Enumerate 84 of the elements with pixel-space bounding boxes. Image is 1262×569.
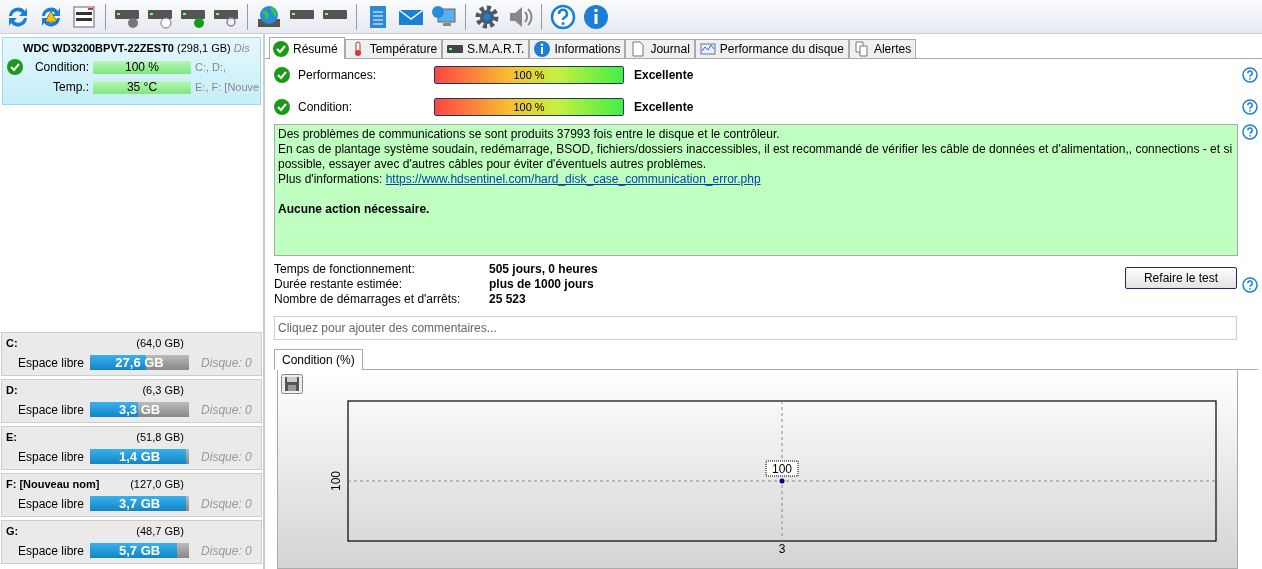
volume-name: E: <box>6 431 17 443</box>
help-link[interactable]: https://www.hdsentinel.com/hard_disk_case_communication_error.php <box>385 172 761 186</box>
stat-value: plus de 1000 jours <box>489 277 595 292</box>
tab[interactable]: Performance du disque <box>694 39 849 58</box>
meter-label: Condition: <box>33 60 89 74</box>
tab[interactable]: S.M.A.R.T. <box>442 39 530 58</box>
meter-bar: 35 °C <box>93 80 191 94</box>
disk-number: Disque: 0 <box>201 496 252 511</box>
help-icon[interactable] <box>549 2 577 31</box>
free-space-label: Espace libre <box>18 543 85 558</box>
stat-label: Temps de fonctionnement: <box>274 262 416 277</box>
metric-label: Performances: <box>298 68 378 82</box>
document-icon <box>630 41 647 57</box>
volume-name: G: <box>6 525 19 537</box>
volume-size: (51,8 GB) <box>136 431 184 443</box>
help-icon[interactable] <box>1242 67 1258 83</box>
disk-number: Disque: 0 <box>201 355 252 370</box>
comments-field[interactable]: Cliquez pour ajouter des commentaires... <box>274 316 1237 340</box>
volume-card[interactable]: E: (51,8 GB) Espace libre 1,4 GB Disque: 0 <box>1 426 262 470</box>
check-icon <box>7 59 23 75</box>
disk-number: Disque: 0 <box>201 402 252 417</box>
drive-letters: C:, D:, <box>195 61 227 73</box>
drive-letters: E:, F: [Nouve <box>195 81 260 93</box>
meter-bar: 100 % <box>93 60 191 74</box>
metric-rating: Excellente <box>634 100 694 114</box>
disk-label: Dis <box>233 42 250 54</box>
stat-label: Durée restante estimée: <box>274 277 404 292</box>
help-icon[interactable] <box>1242 99 1258 115</box>
check-icon <box>274 99 290 115</box>
tab[interactable]: Informations <box>529 39 626 58</box>
volume-name: F: [Nouveau nom] <box>6 478 100 490</box>
disk-number: Disque: 0 <box>201 449 252 464</box>
stat-value: 25 523 <box>489 292 527 307</box>
check-icon <box>273 40 289 57</box>
chart-tab[interactable]: Condition (%) <box>274 349 363 370</box>
volume-name: D: <box>6 384 18 396</box>
tab[interactable]: Journal <box>625 39 695 58</box>
data-point <box>779 478 785 484</box>
volume-card[interactable]: F: [Nouveau nom] (127,0 GB) Espace libre 3,7 GB Disque: 0 <box>1 473 262 517</box>
volume-card[interactable]: G: (48,7 GB) Espace libre 5,7 GB Disque: 0 <box>1 520 262 564</box>
check-icon <box>274 67 290 83</box>
metric-label: Condition: <box>298 100 354 114</box>
tab[interactable]: Résumé <box>269 37 345 59</box>
free-space-label: Espace libre <box>18 355 85 370</box>
free-space-label: Espace libre <box>18 449 85 464</box>
volume-size: (48,7 GB) <box>136 525 184 537</box>
disk-number: Disque: 0 <box>201 543 252 558</box>
disk-name: WDC WD3200BPVT-22ZEST0 <box>23 42 174 54</box>
save-icon[interactable] <box>281 374 303 394</box>
graph-icon <box>699 41 716 57</box>
metric-bar: 100 % <box>434 66 624 84</box>
message-text: Plus d'informations: <box>278 172 383 186</box>
data-label: 100 <box>765 460 799 477</box>
meter-label: Temp.: <box>52 80 89 94</box>
free-space-label: Espace libre <box>18 496 85 511</box>
volume-size: (64,0 GB) <box>136 337 184 349</box>
metric-bar: 100 % <box>434 98 624 116</box>
action-text: Aucune action nécessaire. <box>278 202 431 217</box>
disk-card[interactable]: WDC WD3200BPVT-22ZEST0 (298,1 GB) Dis Condition: 100 % C:, D:, Temp.: 35 °C E:, F: [Nouve <box>2 37 261 105</box>
free-space-bar: 3,3 GB <box>90 402 190 417</box>
free-space-bar: 1,4 GB <box>90 449 190 464</box>
metric-rating: Excellente <box>634 68 694 82</box>
stat-value: 505 jours, 0 heures <box>489 262 599 277</box>
message-text: En cas de plantage système soudain, redémarrage, BSOD, fichiers/dossiers inaccessibles, il est recommandé de vérifier les câble de données et d'alimentation,, connections - et si possible, essayer avec d'autres câbles pour éviter d'éventuels autres problèmes. <box>278 142 1234 172</box>
message-text: Des problèmes de communications se sont produits 37993 fois entre le disque et le contrôleur. <box>278 127 781 142</box>
volume-size: (6,3 GB) <box>142 384 184 396</box>
free-space-label: Espace libre <box>18 402 85 417</box>
documents-icon <box>853 41 870 57</box>
volume-name: C: <box>6 337 18 349</box>
retest-button[interactable]: Refaire le test <box>1124 267 1237 289</box>
info-icon[interactable] <box>582 2 610 31</box>
tab[interactable]: Alertes <box>848 39 917 58</box>
y-tick-label: 100 <box>329 471 343 491</box>
disk-size: (298,1 GB) <box>177 42 231 54</box>
help-icon[interactable] <box>1242 124 1258 140</box>
tab[interactable]: Température <box>344 39 443 58</box>
stat-label: Nombre de démarrages et d'arrêts: <box>274 292 462 307</box>
volume-card[interactable]: D: (6,3 GB) Espace libre 3,3 GB Disque: 0 <box>1 379 262 423</box>
x-tick-label: 3 <box>778 542 786 556</box>
info-icon <box>534 41 551 57</box>
help-icon[interactable] <box>1242 276 1258 293</box>
volume-size: (127,0 GB) <box>130 478 184 490</box>
free-space-bar: 5,7 GB <box>90 543 190 558</box>
free-space-bar: 3,7 GB <box>90 496 190 511</box>
